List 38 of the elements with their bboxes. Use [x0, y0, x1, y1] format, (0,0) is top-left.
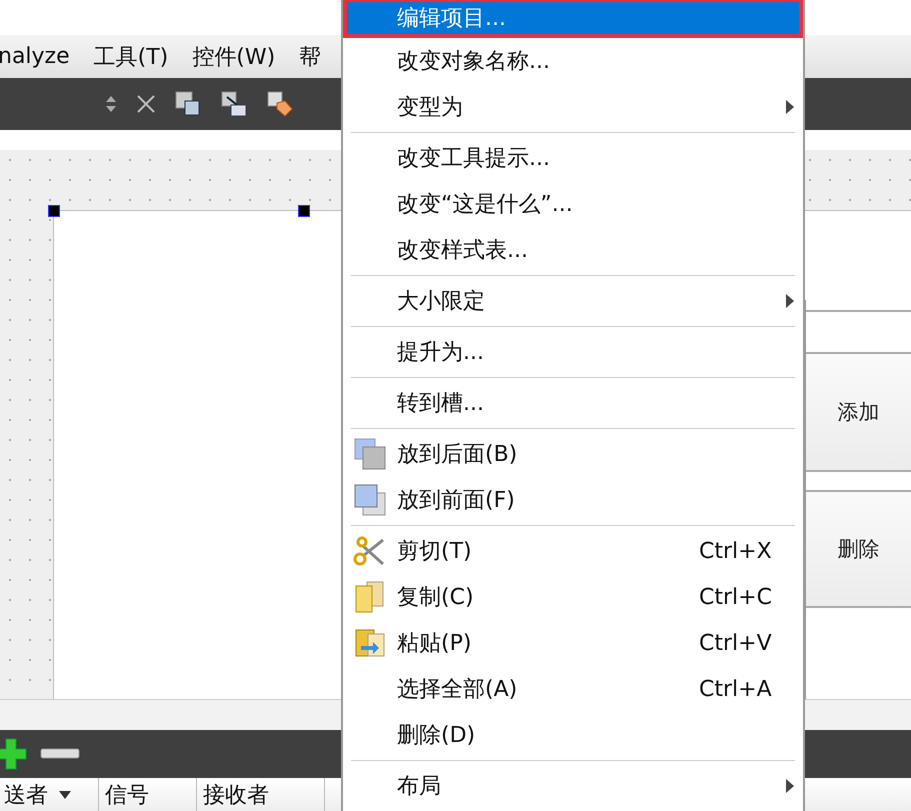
menu-item[interactable]: 编辑项目...: [343, 0, 803, 38]
menu-item[interactable]: 改变“这是什么”...: [343, 181, 803, 227]
scissors-icon: [353, 534, 387, 568]
send-back-icon: [353, 437, 387, 471]
menu-item[interactable]: 布局: [343, 763, 803, 809]
menu-bar-item[interactable]: 控件(W): [192, 42, 288, 72]
column-header[interactable]: 接收者: [197, 778, 325, 811]
selection-handle[interactable]: [48, 205, 60, 217]
plus-icon[interactable]: [0, 737, 28, 771]
menu-bar-item[interactable]: 工具(T): [94, 42, 180, 72]
close-icon[interactable]: [135, 93, 157, 115]
bring-front-icon: [353, 483, 387, 517]
shortcut-label: Ctrl+A: [699, 676, 772, 702]
menu-bar-item[interactable]: 帮: [299, 42, 334, 72]
column-header[interactable]: 送者: [0, 778, 99, 811]
column-header[interactable]: 信号: [99, 778, 197, 811]
menu-item[interactable]: 放到后面(B): [343, 431, 803, 477]
menu-item[interactable]: 大小限定: [343, 278, 803, 324]
tag-icon[interactable]: [265, 89, 295, 119]
menu-item[interactable]: 复制(C) Ctrl+C: [343, 574, 803, 620]
form-button[interactable]: 添加: [806, 354, 911, 472]
shortcut-label: Ctrl+X: [699, 538, 772, 564]
menu-item[interactable]: 转到槽...: [343, 380, 803, 426]
menu-item[interactable]: 删除(D): [343, 712, 803, 758]
form-button[interactable]: 删除: [806, 490, 911, 608]
minus-icon[interactable]: [40, 747, 80, 761]
selection-handle[interactable]: [298, 205, 310, 217]
menu-item[interactable]: 粘贴(P) Ctrl+V: [343, 620, 803, 666]
menu-item[interactable]: 剪切(T) Ctrl+X: [343, 528, 803, 574]
shortcut-label: Ctrl+V: [699, 630, 772, 656]
menu-item[interactable]: 改变样式表...: [343, 227, 803, 273]
menu-item[interactable]: 改变工具提示...: [343, 135, 803, 181]
menu-item[interactable]: 改变对象名称...: [343, 38, 803, 84]
menu-item[interactable]: 选择全部(A) Ctrl+A: [343, 666, 803, 712]
menu-bar-item[interactable]: nalyze: [0, 44, 82, 69]
menu-item[interactable]: 提升为...: [343, 329, 803, 375]
shortcut-label: Ctrl+C: [699, 584, 772, 610]
menu-item[interactable]: 放到前面(F): [343, 477, 803, 523]
